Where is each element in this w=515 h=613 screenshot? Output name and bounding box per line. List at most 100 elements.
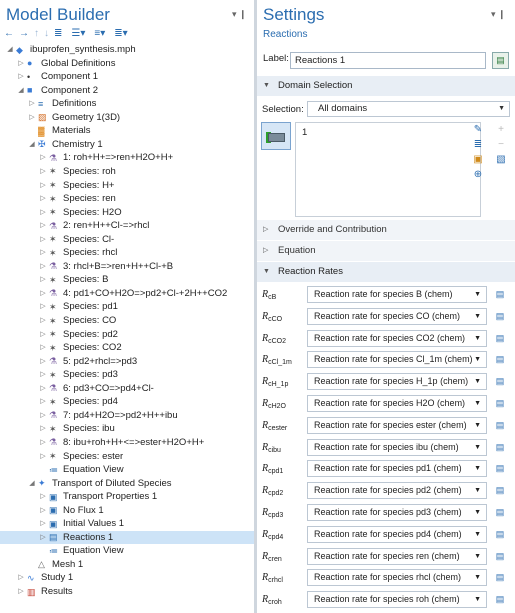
tree-node[interactable]: △ Mesh 1 xyxy=(0,558,254,572)
collapse-icon[interactable]: ◢ xyxy=(28,477,36,490)
expand-icon[interactable]: ▷ xyxy=(28,97,36,110)
tree-node[interactable]: ▷ ⚗ 3: rhcl+B=>ren+H++Cl-+B xyxy=(0,260,254,274)
rate-dropdown[interactable]: Reaction rate for species CO2 (chem) ▼ xyxy=(307,329,487,347)
pin-icon[interactable]: ▾ ❙ xyxy=(491,9,506,20)
edit-expression-icon[interactable]: ▤ xyxy=(493,549,507,564)
tree-node[interactable]: ▷ ✶ Species: rhcl xyxy=(0,246,254,260)
tree-node[interactable]: ▷ ✶ Species: pd2 xyxy=(0,328,254,342)
tree-node[interactable]: ▷ ⚗ 1: roh+H+=>ren+H2O+H+ xyxy=(0,151,254,165)
expand-icon[interactable]: ▷ xyxy=(17,70,25,83)
tree-node[interactable]: ▷ ✶ Species: CO xyxy=(0,314,254,328)
edit-expression-icon[interactable]: ▤ xyxy=(493,418,507,433)
tree-node[interactable]: ▷ ⚗ 8: ibu+roh+H+<=>ester+H2O+H+ xyxy=(0,436,254,450)
tree-node[interactable]: ≔ Equation View xyxy=(0,463,254,477)
selection-dropdown[interactable]: All domains ▼ xyxy=(307,101,510,117)
rate-dropdown[interactable]: Reaction rate for species pd4 (chem) ▼ xyxy=(307,525,487,543)
active-toggle-button[interactable] xyxy=(261,122,291,150)
label-field[interactable]: Reactions 1 xyxy=(290,52,486,69)
edit-expression-icon[interactable]: ▤ xyxy=(493,461,507,476)
zoom-selection-icon[interactable]: ▧ xyxy=(495,154,507,166)
collapse-icon[interactable]: ◢ xyxy=(28,138,36,151)
edit-expression-icon[interactable]: ▤ xyxy=(493,505,507,520)
tree-node[interactable]: ▷ ✶ Species: ibu xyxy=(0,422,254,436)
paste-selection-icon[interactable]: ✎ xyxy=(472,124,484,136)
tree-node[interactable]: ◢ ◆ ibuprofen_synthesis.mph xyxy=(0,43,254,57)
expand-icon[interactable]: ▷ xyxy=(39,287,47,300)
tree-node[interactable]: ▷ ✶ Species: Cl- xyxy=(0,233,254,247)
down-icon[interactable]: ↓ xyxy=(44,27,49,41)
tree-node[interactable]: ▷ ▣ No Flux 1 xyxy=(0,504,254,518)
edit-expression-icon[interactable]: ▤ xyxy=(493,352,507,367)
tree-node[interactable]: ▷ ▥ Results xyxy=(0,585,254,599)
expand-icon[interactable]: ≡▾ xyxy=(94,27,105,41)
rate-dropdown[interactable]: Reaction rate for species Cl_1m (chem) ▼ xyxy=(307,351,487,369)
tree-node[interactable]: ▷ ✶ Species: pd4 xyxy=(0,395,254,409)
tree-node[interactable]: ▷ ✶ Species: ren xyxy=(0,192,254,206)
tree-node[interactable]: ▷ ≡ Definitions xyxy=(0,97,254,111)
domain-list[interactable]: 1 xyxy=(295,122,481,217)
expand-icon[interactable]: ▷ xyxy=(39,355,47,368)
expand-icon[interactable]: ▷ xyxy=(39,341,47,354)
edit-expression-icon[interactable]: ▤ xyxy=(493,396,507,411)
expand-icon[interactable]: ▷ xyxy=(39,246,47,259)
expand-icon[interactable]: ▷ xyxy=(39,151,47,164)
rate-dropdown[interactable]: Reaction rate for species H2O (chem) ▼ xyxy=(307,395,487,412)
edit-expression-icon[interactable]: ▤ xyxy=(493,287,507,302)
rate-dropdown[interactable]: Reaction rate for species pd2 (chem) ▼ xyxy=(307,482,487,500)
expand-icon[interactable]: ▷ xyxy=(39,300,47,313)
create-selection-icon[interactable]: ⊕ xyxy=(472,169,484,181)
rate-dropdown[interactable]: Reaction rate for species pd1 (chem) ▼ xyxy=(307,460,487,478)
edit-expression-icon[interactable]: ▤ xyxy=(493,309,507,324)
rate-dropdown[interactable]: Reaction rate for species rhcl (chem) ▼ xyxy=(307,569,487,587)
rate-dropdown[interactable]: Reaction rate for species CO (chem) ▼ xyxy=(307,307,487,325)
expand-icon[interactable]: ▷ xyxy=(39,368,47,381)
rate-dropdown[interactable]: Reaction rate for species ibu (chem) ▼ xyxy=(307,438,487,456)
section-reaction-rates[interactable]: ▼ Reaction Rates xyxy=(257,262,515,282)
tree-node[interactable]: ◢ ✦ Transport of Diluted Species xyxy=(0,477,254,491)
tree-node[interactable]: ▓ Materials xyxy=(0,124,254,138)
edit-expression-icon[interactable]: ▤ xyxy=(493,483,507,498)
expand-icon[interactable]: ▷ xyxy=(28,111,36,124)
domain-list-item[interactable]: 1 xyxy=(302,127,307,138)
tree-node[interactable]: ▷ ✶ Species: roh xyxy=(0,165,254,179)
expand-icon[interactable]: ▷ xyxy=(39,395,47,408)
expand-icon[interactable]: ▷ xyxy=(39,490,47,503)
section-equation[interactable]: ▷ Equation xyxy=(257,241,515,261)
tree-node[interactable]: ▷ ⚗ 7: pd4+H2O=>pd2+H++ibu xyxy=(0,409,254,423)
rate-dropdown[interactable]: Reaction rate for species ester (chem) ▼ xyxy=(307,416,487,434)
tree-node[interactable]: ≔ Equation View xyxy=(0,544,254,558)
forward-icon[interactable]: → xyxy=(19,27,29,41)
expand-icon[interactable]: ▷ xyxy=(39,179,47,192)
collapse-icon[interactable]: ☰▾ xyxy=(71,27,85,41)
expand-icon[interactable]: ▷ xyxy=(39,233,47,246)
pin-icon[interactable]: ▾ ❙ xyxy=(232,9,247,20)
collapse-icon[interactable]: ◢ xyxy=(17,84,25,97)
tree-node[interactable]: ▷ ⚗ 6: pd3+CO=>pd4+Cl- xyxy=(0,382,254,396)
add-icon[interactable]: + xyxy=(495,124,507,136)
tree-node[interactable]: ▷ ✶ Species: pd1 xyxy=(0,300,254,314)
edit-expression-icon[interactable]: ▤ xyxy=(493,374,507,389)
tree-node[interactable]: ▷ ✶ Species: H2O xyxy=(0,206,254,220)
expand-icon[interactable]: ▷ xyxy=(17,57,25,70)
expand-icon[interactable]: ▷ xyxy=(39,192,47,205)
expand-icon[interactable]: ▷ xyxy=(17,585,25,598)
expand-icon[interactable]: ▷ xyxy=(39,260,47,273)
rate-dropdown[interactable]: Reaction rate for species H_1p (chem) ▼ xyxy=(307,373,487,391)
tree-node[interactable]: ▷ ✶ Species: CO2 xyxy=(0,341,254,355)
tree-node[interactable]: ◢ ✠ Chemistry 1 xyxy=(0,138,254,152)
tree-node[interactable]: ▷ ⚗ 2: ren+H++Cl-=>rhcl xyxy=(0,219,254,233)
tree-node[interactable]: ◢ ■ Component 2 xyxy=(0,84,254,98)
more-icon[interactable]: ≣▾ xyxy=(114,27,127,41)
expand-icon[interactable]: ▷ xyxy=(39,422,47,435)
tree-node[interactable]: ▷ ▣ Transport Properties 1 xyxy=(0,490,254,504)
edit-expression-icon[interactable]: ▤ xyxy=(493,440,507,455)
tree-node[interactable]: ▷ ▨ Geometry 1(3D) xyxy=(0,111,254,125)
up-icon[interactable]: ↑ xyxy=(34,27,39,41)
clear-selection-icon[interactable]: ▣ xyxy=(472,154,484,166)
expand-icon[interactable]: ▷ xyxy=(39,531,47,544)
edit-expression-icon[interactable]: ▤ xyxy=(493,527,507,542)
tree-node[interactable]: ▷ ▤ Reactions 1 xyxy=(0,530,254,545)
tree-node[interactable]: ▷ ✶ Species: H+ xyxy=(0,179,254,193)
copy-selection-icon[interactable]: ≣ xyxy=(472,139,484,151)
rate-dropdown[interactable]: Reaction rate for species roh (chem) ▼ xyxy=(307,591,487,609)
